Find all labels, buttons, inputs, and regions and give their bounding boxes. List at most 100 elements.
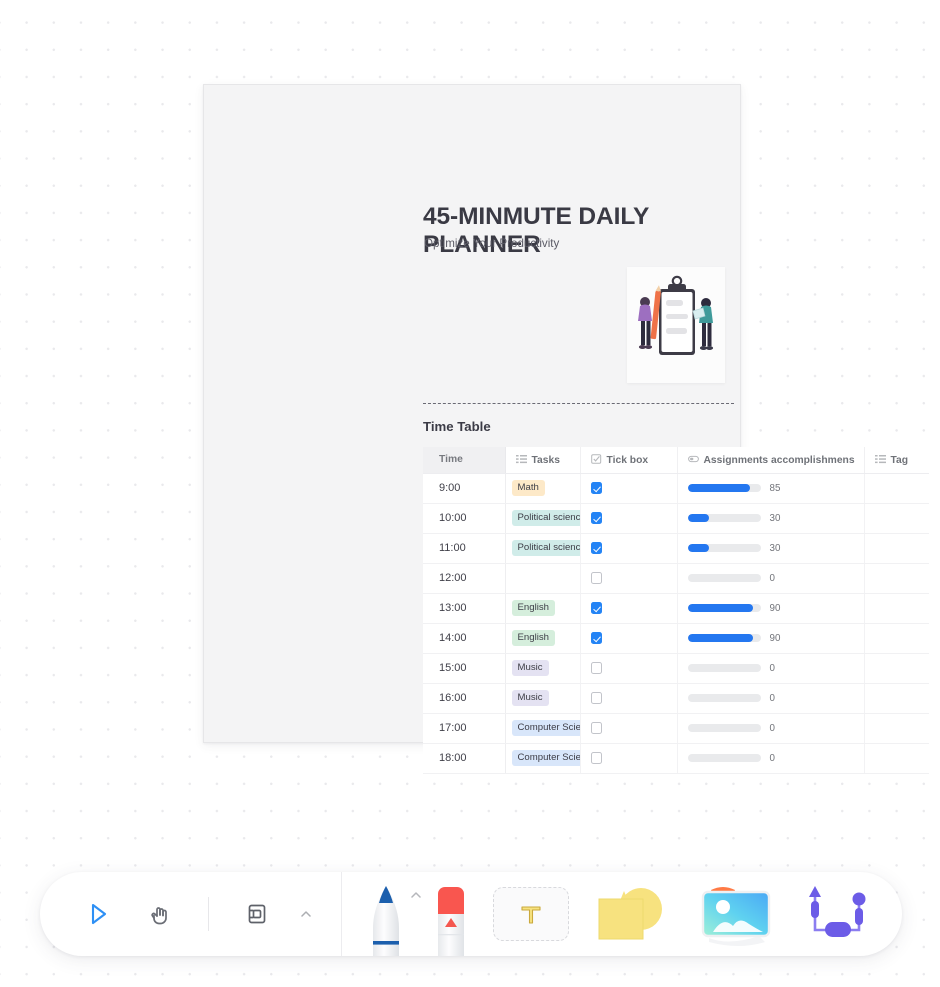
checkbox-unchecked-icon[interactable] (590, 752, 602, 764)
table-row[interactable]: 15:00 Music 0 (423, 653, 929, 684)
cell-tick-box[interactable] (580, 653, 678, 684)
cell-tag[interactable] (864, 623, 929, 654)
cell-time: 17:00 (423, 713, 506, 744)
cell-tag[interactable] (864, 593, 929, 624)
table-row[interactable]: 16:00 Music 0 (423, 683, 929, 714)
table-row[interactable]: 14:00 English 90 (423, 623, 929, 654)
chevron-up-icon[interactable] (299, 907, 313, 921)
cell-time: 15:00 (423, 653, 506, 684)
cell-tag[interactable] (864, 743, 929, 774)
checkbox-unchecked-icon[interactable] (590, 722, 602, 734)
column-header-tag[interactable]: Tag (864, 447, 929, 474)
cell-time: 18:00 (423, 743, 506, 774)
cell-task[interactable]: Music (505, 653, 581, 684)
task-chip: Computer Science (511, 750, 579, 766)
bottom-toolbar[interactable] (40, 872, 902, 956)
cell-tag[interactable] (864, 503, 929, 534)
table-row[interactable]: 17:00 Computer Science 0 (423, 713, 929, 744)
column-header-time[interactable]: Time (423, 447, 506, 474)
select-cursor-tool[interactable] (78, 894, 118, 934)
table-row[interactable]: 11:00 Political science 30 (423, 533, 929, 564)
cell-tick-box[interactable] (580, 473, 678, 504)
canvas-background[interactable]: 45-MINMUTE DAILY PLANNER Optimize Your P… (0, 0, 940, 987)
image-tool[interactable] (693, 880, 779, 948)
pen-tool[interactable] (363, 872, 421, 956)
cell-progress[interactable]: 0 (677, 683, 865, 714)
time-table-container[interactable]: Time Tasks Tick box Assignments accompli… (423, 447, 929, 775)
table-row[interactable]: 18:00 Computer Science 0 (423, 743, 929, 774)
cell-progress[interactable]: 0 (677, 713, 865, 744)
column-header-tick-box[interactable]: Tick box (580, 447, 678, 474)
checkbox-checked-icon[interactable] (590, 542, 602, 554)
sticky-shapes-icon (598, 888, 662, 940)
cell-progress[interactable]: 0 (677, 563, 865, 594)
cell-tag[interactable] (864, 683, 929, 714)
sticky-shapes-tool[interactable] (591, 883, 671, 945)
task-chip: Political science (511, 540, 579, 556)
time-table: Time Tasks Tick box Assignments accompli… (423, 447, 929, 774)
cell-time: 11:00 (423, 533, 506, 564)
progress-icon (687, 454, 699, 464)
cell-progress[interactable]: 90 (677, 623, 865, 654)
hand-pan-tool[interactable] (140, 894, 180, 934)
cell-progress[interactable]: 0 (677, 653, 865, 684)
cell-task[interactable]: Math (505, 473, 581, 504)
cell-tag[interactable] (864, 563, 929, 594)
cell-task[interactable]: Political science (505, 533, 581, 564)
cell-tick-box[interactable] (580, 713, 678, 744)
cell-tag[interactable] (864, 713, 929, 744)
cell-task[interactable]: Computer Science (505, 743, 581, 774)
checkbox-checked-icon[interactable] (590, 632, 602, 644)
text-tool[interactable] (493, 887, 569, 941)
task-chip: Computer Science (511, 720, 579, 736)
progress-fill (687, 484, 750, 492)
cell-task[interactable]: Music (505, 683, 581, 714)
cell-tick-box[interactable] (580, 623, 678, 654)
column-header-assignments[interactable]: Assignments accomplishmens (677, 447, 865, 474)
table-row[interactable]: 13:00 English 90 (423, 593, 929, 624)
cell-task[interactable]: English (505, 623, 581, 654)
eraser-tool[interactable] (431, 872, 471, 956)
cell-tick-box[interactable] (580, 563, 678, 594)
cell-progress[interactable]: 30 (677, 533, 865, 564)
cell-progress[interactable]: 85 (677, 473, 865, 504)
progress-track (687, 664, 761, 672)
cell-task[interactable]: Political science (505, 503, 581, 534)
list-icon (515, 454, 527, 464)
cell-task[interactable]: Computer Science (505, 713, 581, 744)
cell-progress[interactable]: 90 (677, 593, 865, 624)
pen-chevron-up-icon[interactable] (409, 888, 423, 902)
cell-tag[interactable] (864, 653, 929, 684)
frame-note-tool[interactable] (237, 894, 277, 934)
cell-tick-box[interactable] (580, 533, 678, 564)
checkbox-icon (590, 453, 602, 464)
cell-tick-box[interactable] (580, 683, 678, 714)
planner-document-card[interactable]: 45-MINMUTE DAILY PLANNER Optimize Your P… (203, 84, 929, 775)
cell-task[interactable] (505, 563, 581, 594)
page-subtitle: Optimize Your Productivity (424, 237, 560, 250)
checkbox-checked-icon[interactable] (590, 482, 602, 494)
checkbox-unchecked-icon[interactable] (590, 662, 602, 674)
cell-task[interactable]: English (505, 593, 581, 624)
connector-tool[interactable] (801, 882, 875, 946)
table-row[interactable]: 9:00 Math 85 (423, 473, 929, 504)
column-header-tasks[interactable]: Tasks (505, 447, 581, 474)
checkbox-checked-icon[interactable] (590, 602, 602, 614)
pen-icon (373, 886, 399, 956)
cell-tag[interactable] (864, 473, 929, 504)
connector-icon (809, 886, 866, 937)
table-row[interactable]: 12:00 0 (423, 563, 929, 594)
column-label-assignments: Assignments accomplishmens (703, 454, 855, 466)
cell-progress[interactable]: 0 (677, 743, 865, 774)
cell-tick-box[interactable] (580, 593, 678, 624)
checkbox-unchecked-icon[interactable] (590, 692, 602, 704)
cell-tick-box[interactable] (580, 503, 678, 534)
table-row[interactable]: 10:00 Political science 30 (423, 503, 929, 534)
checkbox-checked-icon[interactable] (590, 512, 602, 524)
cell-tick-box[interactable] (580, 743, 678, 774)
progress-value: 0 (769, 692, 775, 704)
checkbox-unchecked-icon[interactable] (590, 572, 602, 584)
cell-tag[interactable] (864, 533, 929, 564)
cell-progress[interactable]: 30 (677, 503, 865, 534)
task-chip: Math (511, 480, 545, 496)
